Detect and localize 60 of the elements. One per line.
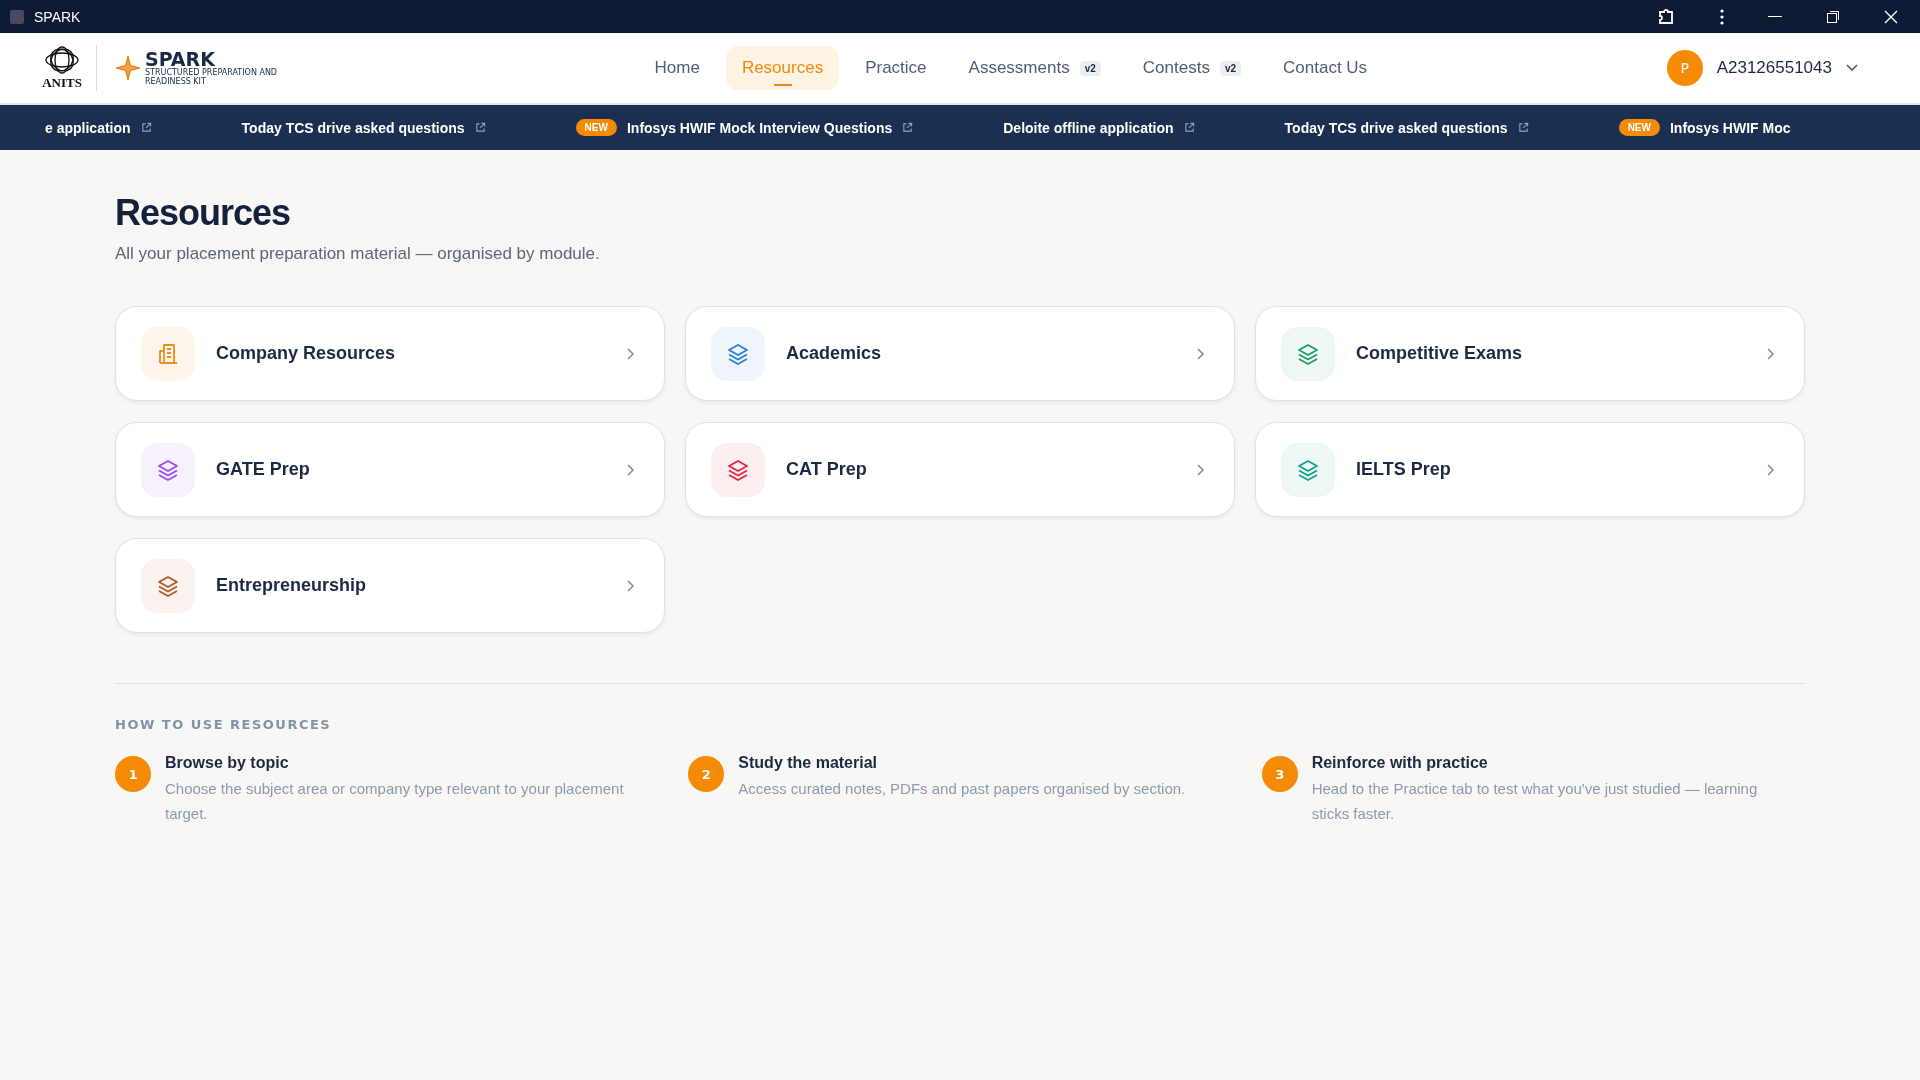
section-heading: HOW TO USE RESOURCES [115, 717, 333, 732]
nav-tab[interactable]: Contact Us [1267, 46, 1384, 90]
module-card[interactable]: Company Resources [115, 306, 665, 401]
step-description: Head to the Practice tab to test what you've just studied — learning sticks faster. [1311, 779, 1759, 824]
module-card[interactable]: Academics [685, 306, 1235, 401]
nav-tab[interactable]: Home [638, 46, 716, 90]
extension-icon[interactable] [1656, 6, 1676, 27]
user-id: A23126551043 [1716, 58, 1832, 78]
step-title: Reinforce with practice [1311, 754, 1489, 772]
chevron-right-icon [1197, 463, 1204, 476]
ticker-link[interactable]: Today TCS drive asked questions [1284, 119, 1508, 136]
more-icon[interactable] [1720, 8, 1724, 25]
page-title: Resources [115, 192, 292, 234]
window-title: SPARK [34, 8, 81, 25]
nav-tab[interactable]: Assessments v2 [952, 46, 1117, 90]
chevron-right-icon [1767, 347, 1774, 360]
restore-icon[interactable] [1826, 9, 1840, 24]
external-link-icon [474, 122, 486, 133]
ticker-link[interactable]: Today TCS drive asked questions [241, 119, 465, 136]
version-badge: v2 [1079, 60, 1101, 76]
step-number: 1 [115, 756, 151, 792]
close-icon[interactable] [1884, 9, 1898, 24]
version-badge: v2 [1219, 60, 1241, 76]
step-description: Access curated notes, PDFs and past papers organised by section. [738, 779, 1186, 799]
external-link-icon [1183, 122, 1195, 133]
module-card[interactable]: Entrepreneurship [115, 538, 665, 633]
ticker-link[interactable]: Infosys HWIF Moc [1669, 119, 1791, 136]
app-icon [10, 9, 24, 24]
step-number: 3 [1261, 756, 1298, 792]
nav-tab[interactable]: Contests v2 [1126, 46, 1257, 90]
logo-text: ANITS [42, 75, 82, 91]
chevron-right-icon [627, 347, 634, 360]
chevron-right-icon [1767, 463, 1774, 476]
module-card[interactable]: CAT Prep [685, 422, 1235, 517]
nav-tab[interactable]: Practice [849, 46, 943, 90]
chevron-right-icon [1197, 347, 1204, 360]
external-link-icon [1517, 122, 1529, 133]
chevron-right-icon [627, 579, 634, 592]
module-card[interactable]: GATE Prep [115, 422, 665, 517]
external-link-icon [902, 122, 914, 133]
chevron-right-icon [627, 463, 634, 476]
star-icon [115, 55, 141, 81]
chevron-down-icon[interactable] [1846, 64, 1858, 72]
ticker-link[interactable]: e application [45, 119, 131, 136]
brand-name: SPARK [145, 49, 215, 69]
ticker-link[interactable]: Infosys HWIF Mock Interview Questions [626, 119, 893, 136]
step-description: Choose the subject area or company type relevant to your placement target. [165, 779, 625, 824]
step-number: 2 [688, 756, 725, 792]
emblem-icon [42, 45, 82, 75]
module-card[interactable]: Competitive Exams [1255, 306, 1805, 401]
new-badge: NEW [575, 119, 617, 136]
page-subtitle: All your placement preparation material — organised by module. [115, 244, 601, 264]
new-badge: NEW [1618, 119, 1660, 136]
module-card[interactable]: IELTS Prep [1255, 422, 1805, 517]
minimize-icon[interactable] [1768, 15, 1782, 18]
step-title: Browse by topic [165, 754, 290, 772]
brand-tagline: STRUCTURED PREPARATION AND READINESS KIT [145, 68, 279, 87]
ticker-link[interactable]: Deloite offline application [1003, 119, 1174, 136]
step-title: Study the material [738, 754, 879, 772]
external-link-icon [140, 122, 152, 133]
